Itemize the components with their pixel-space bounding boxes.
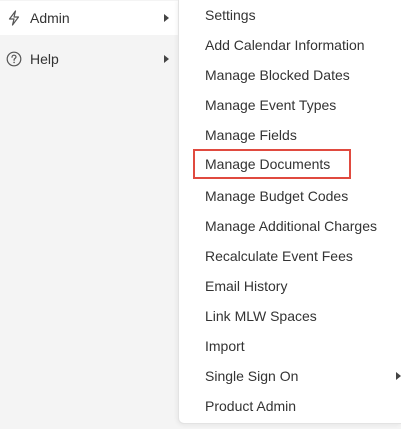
menu-item-label: Manage Event Types	[205, 97, 337, 113]
sidebar: Admin Help	[0, 0, 180, 429]
menu-item-label: Manage Budget Codes	[205, 188, 349, 204]
chevron-right-icon	[396, 372, 401, 380]
chevron-right-icon	[164, 55, 169, 63]
menu-item-label: Manage Blocked Dates	[205, 67, 350, 83]
menu-item-import[interactable]: Import	[179, 331, 401, 361]
menu-item-manage-budget-codes[interactable]: Manage Budget Codes	[179, 181, 401, 211]
admin-submenu: Settings Add Calendar Information Manage…	[178, 0, 401, 424]
question-circle-icon	[6, 51, 22, 67]
sidebar-item-help[interactable]: Help	[0, 42, 180, 76]
menu-item-label: Email History	[205, 278, 288, 294]
chevron-right-icon	[164, 14, 169, 22]
menu-item-label: Recalculate Event Fees	[205, 248, 353, 264]
menu-item-manage-blocked-dates[interactable]: Manage Blocked Dates	[179, 60, 401, 90]
menu-item-label: Manage Additional Charges	[205, 218, 378, 234]
menu-item-single-sign-on[interactable]: Single Sign On	[179, 361, 401, 391]
menu-item-label: Add Calendar Information	[205, 37, 365, 53]
menu-item-email-history[interactable]: Email History	[179, 271, 401, 301]
menu-item-label: Manage Documents	[205, 156, 331, 172]
menu-item-label: Product Admin	[205, 398, 297, 414]
sidebar-item-label: Help	[30, 51, 59, 67]
menu-item-manage-additional-charges[interactable]: Manage Additional Charges	[179, 211, 401, 241]
menu-item-manage-fields[interactable]: Manage Fields	[179, 120, 401, 150]
menu-item-label: Single Sign On	[205, 368, 299, 384]
lightning-icon	[6, 10, 22, 26]
menu-item-label: Import	[205, 338, 245, 354]
menu-item-link-mlw-spaces[interactable]: Link MLW Spaces	[179, 301, 401, 331]
menu-item-label: Settings	[205, 7, 256, 23]
menu-item-product-admin[interactable]: Product Admin	[179, 391, 401, 421]
menu-item-settings[interactable]: Settings	[179, 0, 401, 30]
menu-item-label: Link MLW Spaces	[205, 308, 317, 324]
menu-item-recalculate-event-fees[interactable]: Recalculate Event Fees	[179, 241, 401, 271]
menu-item-add-calendar-information[interactable]: Add Calendar Information	[179, 30, 401, 60]
menu-item-manage-event-types[interactable]: Manage Event Types	[179, 90, 401, 120]
menu-item-label: Manage Fields	[205, 127, 297, 143]
menu-item-manage-documents[interactable]: Manage Documents	[179, 149, 401, 179]
sidebar-item-label: Admin	[30, 10, 70, 26]
sidebar-item-admin[interactable]: Admin	[0, 1, 180, 35]
